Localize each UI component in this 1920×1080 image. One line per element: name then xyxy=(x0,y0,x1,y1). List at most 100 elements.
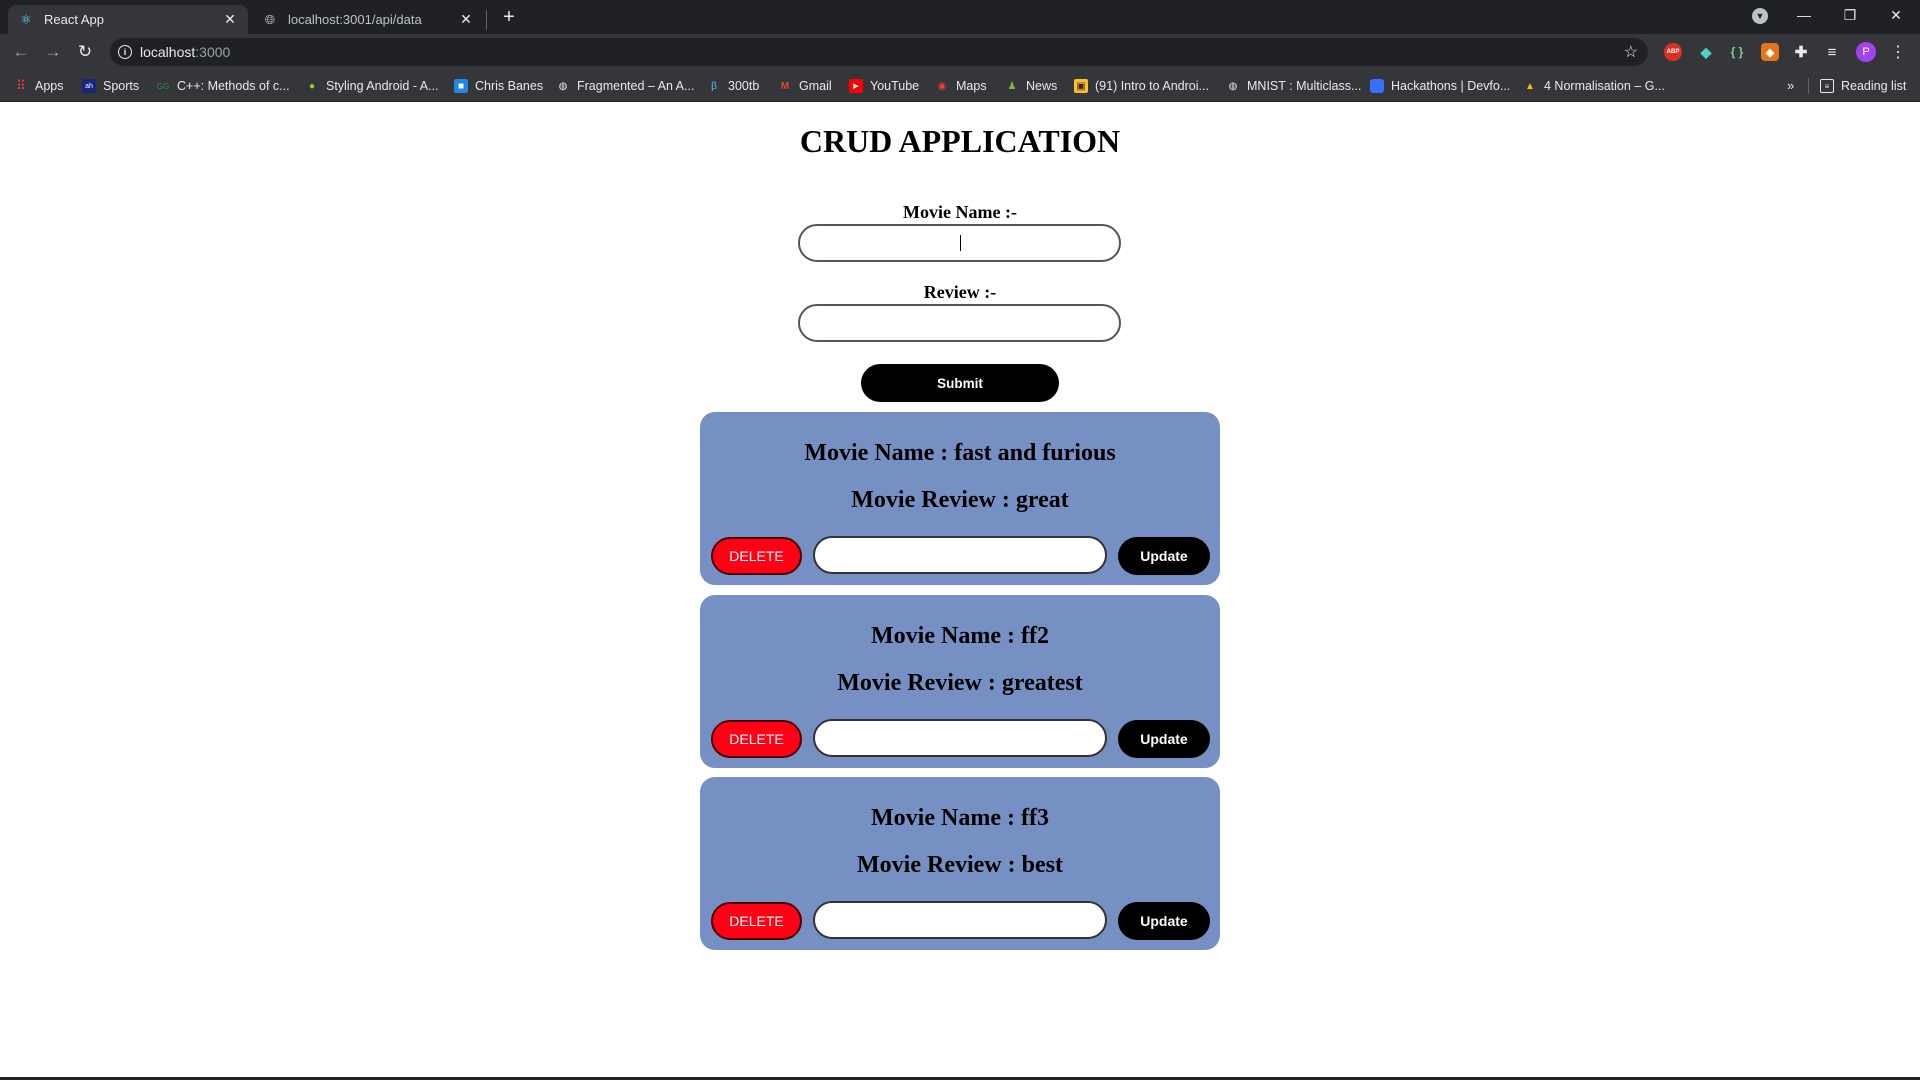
browser-toolbar: ← → ↻ i localhost:3000 ☆ ABP ◆ { } ◈ ✚ ≡… xyxy=(0,34,1920,70)
update-button[interactable]: Update xyxy=(1118,902,1210,940)
update-button[interactable]: Update xyxy=(1118,720,1210,758)
reading-list-icon: ≡ xyxy=(1820,79,1834,93)
submit-button[interactable]: Submit xyxy=(861,364,1059,402)
bookmark-label: 300tb xyxy=(728,79,760,93)
extension-braces-icon[interactable]: { } xyxy=(1728,43,1746,61)
bookmark-label: Apps xyxy=(35,79,64,93)
beta-icon: β xyxy=(711,80,717,92)
close-tab-icon[interactable]: ✕ xyxy=(222,11,238,28)
bookmark-cpp-methods[interactable]: GG C++: Methods of c... xyxy=(156,70,290,102)
delete-button[interactable]: DELETE xyxy=(711,902,802,940)
extensions-puzzle-icon[interactable]: ✚ xyxy=(1792,43,1810,61)
bookmark-label: Gmail xyxy=(799,79,832,93)
back-button[interactable]: ← xyxy=(10,41,32,63)
movie-card: Movie Name : fast and furious Movie Revi… xyxy=(700,412,1220,585)
profile-avatar[interactable]: P xyxy=(1856,42,1876,62)
globe-icon: ◍ xyxy=(558,80,568,92)
bookmark-label: News xyxy=(1026,79,1058,93)
bookmark-label: (91) Intro to Androi... xyxy=(1095,79,1209,93)
extension-adblock-icon[interactable]: ABP xyxy=(1664,43,1682,61)
delete-button[interactable]: DELETE xyxy=(711,537,802,575)
bookmark-label: 4 Normalisation – G... xyxy=(1544,79,1665,93)
youtube-icon: ▶ xyxy=(849,79,863,93)
bookmark-apps[interactable]: ⠿ Apps xyxy=(14,70,64,102)
tab-react-app[interactable]: ⚛ React App ✕ xyxy=(8,5,248,34)
delete-button[interactable]: DELETE xyxy=(711,720,802,758)
tab-title: React App xyxy=(44,12,104,27)
address-bar[interactable]: i localhost:3000 ☆ xyxy=(110,38,1648,66)
bookmark-label: Chris Banes xyxy=(475,79,544,93)
reading-list-button[interactable]: ≡ Reading list xyxy=(1820,70,1906,102)
restore-button[interactable]: ❐ xyxy=(1827,0,1873,30)
site-info-icon[interactable]: i xyxy=(118,45,132,59)
reading-list-label: Reading list xyxy=(1841,79,1907,93)
bookmark-label: Hackathons | Devfo... xyxy=(1391,79,1511,93)
minimize-button[interactable]: — xyxy=(1781,0,1827,30)
bookmark-300tb[interactable]: β 300tb xyxy=(707,70,759,102)
bookmark-label: Maps xyxy=(956,79,987,93)
bookmark-label: Fragmented – An A... xyxy=(577,79,695,93)
update-review-input[interactable] xyxy=(813,719,1107,757)
tab-strip: ⚛ React App ✕ 🌐︎ localhost:3001/api/data… xyxy=(0,0,1920,34)
bookmark-styling-android[interactable]: ● Styling Android - A... xyxy=(305,70,439,102)
update-button[interactable]: Update xyxy=(1118,537,1210,575)
movie-card: Movie Name : ff3 Movie Review : best DEL… xyxy=(700,777,1220,950)
close-window-button[interactable]: ✕ xyxy=(1873,0,1919,30)
devfolio-icon xyxy=(1370,79,1384,93)
bookmark-gmail[interactable]: M Gmail xyxy=(778,70,832,102)
google-drive-icon: ▲ xyxy=(1525,80,1535,92)
movie-name-input[interactable] xyxy=(798,224,1121,262)
geeksforgeeks-icon: GG xyxy=(156,81,170,91)
media-queue-icon[interactable]: ≡ xyxy=(1823,43,1841,61)
browser-menu-icon[interactable]: ⋮ xyxy=(1890,42,1906,62)
bookmark-intro-android[interactable]: ▣ (91) Intro to Androi... xyxy=(1074,70,1209,102)
more-bookmarks-icon[interactable]: » xyxy=(1787,78,1794,93)
react-icon: ⚛ xyxy=(20,11,32,27)
page-title: CRUD APPLICATION xyxy=(799,123,1121,159)
android-icon: ● xyxy=(308,80,316,92)
movie-name-label: Movie Name :- xyxy=(903,202,1017,222)
review-input[interactable] xyxy=(798,304,1121,342)
bookmark-fragmented[interactable]: ◍ Fragmented – An A... xyxy=(556,70,695,102)
sports-icon: ah xyxy=(82,79,96,93)
bookmark-star-icon[interactable]: ☆ xyxy=(1624,42,1638,62)
movie-name-text: Movie Name : ff2 xyxy=(871,623,1049,649)
text-cursor xyxy=(960,235,961,251)
extension-metamask-icon[interactable]: ◈ xyxy=(1761,43,1779,61)
bookmark-chris-banes[interactable]: ■ Chris Banes xyxy=(454,70,543,102)
globe-icon: 🌐︎ xyxy=(264,11,276,27)
bookmark-sports[interactable]: ah Sports xyxy=(82,70,139,102)
extension-shield-icon[interactable]: ◆ xyxy=(1697,43,1715,61)
news-icon: ♟ xyxy=(1007,80,1017,92)
movie-card: Movie Name : ff2 Movie Review : greatest… xyxy=(700,595,1220,768)
movie-name-text: Movie Name : ff3 xyxy=(871,805,1049,831)
bookmark-youtube[interactable]: ▶ YouTube xyxy=(849,70,919,102)
url-port: :3000 xyxy=(195,44,231,60)
movie-review-text: Movie Review : best xyxy=(857,852,1063,878)
bookmark-label: Styling Android - A... xyxy=(326,79,439,93)
image-icon: ▣ xyxy=(1074,79,1088,93)
bookmark-maps[interactable]: ◉ Maps xyxy=(935,70,987,102)
update-review-input[interactable] xyxy=(813,536,1107,574)
reload-button[interactable]: ↻ xyxy=(74,41,96,63)
bookmark-label: Sports xyxy=(103,79,140,93)
close-tab-icon[interactable]: ✕ xyxy=(458,11,474,28)
forward-button[interactable]: → xyxy=(42,41,64,63)
maps-icon: ◉ xyxy=(937,80,947,92)
bookmark-label: MNIST : Multiclass... xyxy=(1247,79,1362,93)
bookmark-hackathons[interactable]: Hackathons | Devfo... xyxy=(1370,70,1510,102)
bookmark-mnist[interactable]: ◍ MNIST : Multiclass... xyxy=(1226,70,1362,102)
tab-title: localhost:3001/api/data xyxy=(288,12,422,27)
new-tab-button[interactable]: + xyxy=(498,6,520,28)
tab-api-data[interactable]: 🌐︎ localhost:3001/api/data ✕ xyxy=(252,5,484,34)
movie-review-text: Movie Review : greatest xyxy=(837,670,1083,696)
tab-search-icon[interactable]: ▼ xyxy=(1752,8,1768,24)
bookmark-news[interactable]: ♟ News xyxy=(1005,70,1058,102)
page-content: CRUD APPLICATION Movie Name :- Review :-… xyxy=(0,103,1920,1077)
update-review-input[interactable] xyxy=(813,901,1107,939)
bookmarks-bar: ⠿ Apps ah Sports GG C++: Methods of c... ● S… xyxy=(0,70,1920,102)
blog-icon: ■ xyxy=(454,79,468,93)
tab-divider xyxy=(486,10,487,30)
bookmark-normalisation[interactable]: ▲ 4 Normalisation – G... xyxy=(1523,70,1665,102)
bookmarks-divider xyxy=(1808,78,1809,94)
